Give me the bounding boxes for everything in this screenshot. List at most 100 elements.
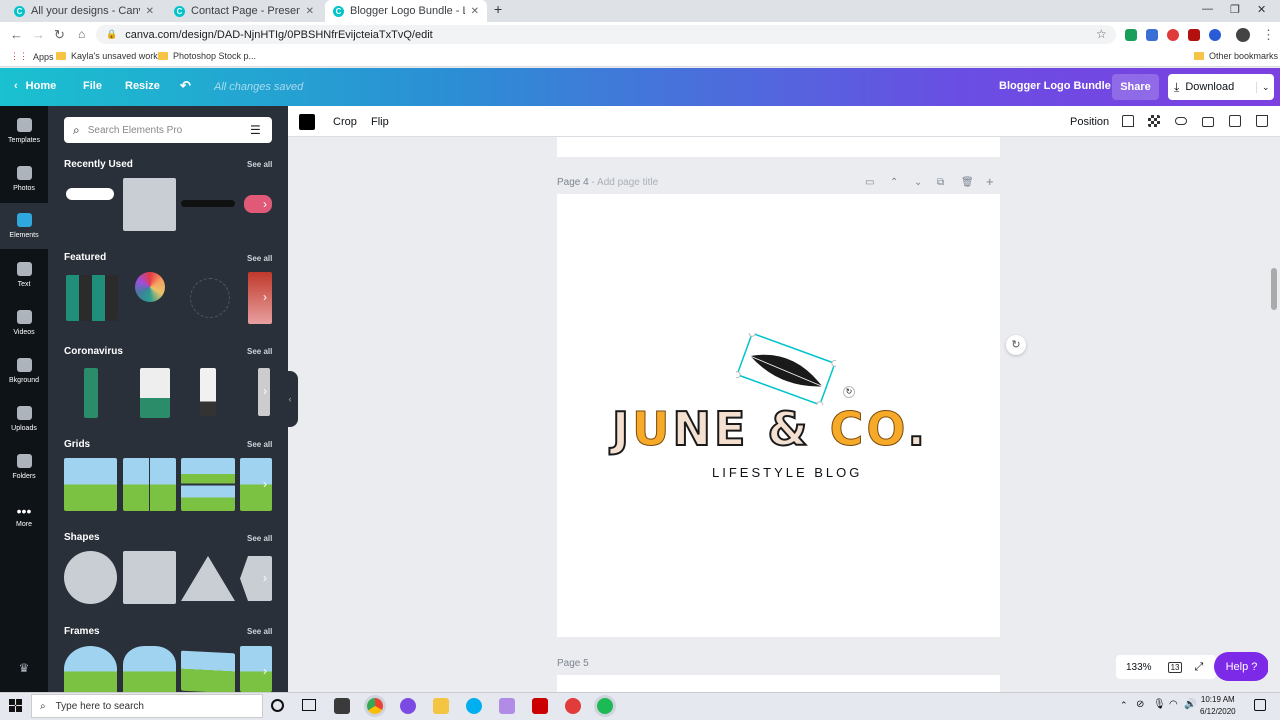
volume-icon[interactable]: 🔊	[1184, 699, 1196, 710]
home-browser-icon[interactable]: ⌂	[78, 27, 85, 41]
nav-text[interactable]: Text	[0, 252, 48, 298]
scalloped-frame-thumb[interactable]	[123, 646, 176, 692]
close-tab-icon[interactable]: ✕	[471, 6, 479, 17]
add-page-title[interactable]: - Add page title	[591, 177, 658, 188]
extension-icon[interactable]	[1146, 29, 1158, 41]
bookmark-photoshop-stock[interactable]: Photoshop Stock p...	[158, 51, 256, 61]
scrollbar-thumb[interactable]	[1271, 268, 1277, 310]
app-taskbar-icon[interactable]	[565, 698, 581, 714]
link-icon[interactable]	[1175, 117, 1187, 125]
extension-icon[interactable]	[1209, 29, 1221, 41]
nav-videos[interactable]: Videos	[0, 300, 48, 346]
rectangle-frame-thumb[interactable]	[181, 650, 235, 694]
grid-thumb[interactable]	[64, 458, 117, 511]
grid-thumb[interactable]	[181, 458, 235, 511]
app-taskbar-icon[interactable]	[499, 698, 515, 714]
see-all-link[interactable]: See all	[247, 160, 272, 169]
help-button[interactable]: Help ?	[1214, 652, 1269, 681]
nav-uploads[interactable]: Uploads	[0, 396, 48, 442]
lock-icon[interactable]	[1202, 117, 1214, 127]
file-explorer-icon[interactable]	[433, 698, 449, 714]
share-button[interactable]: Share	[1112, 74, 1159, 100]
forward-icon[interactable]: →	[32, 27, 45, 42]
chevron-down-icon[interactable]: ⌄	[1256, 81, 1270, 93]
color-swatch[interactable]	[299, 114, 315, 130]
bookmark-other[interactable]: Other bookmarks	[1194, 51, 1278, 61]
crown-icon[interactable]: ♛	[0, 648, 48, 688]
chevron-right-icon[interactable]: ›	[263, 290, 273, 304]
recent-element-thumb[interactable]	[181, 200, 235, 207]
featured-element-thumb[interactable]	[135, 272, 165, 302]
home-button[interactable]: ‹ Home	[14, 80, 56, 92]
minimize-icon[interactable]: —	[1202, 3, 1213, 15]
feather-illustration[interactable]	[736, 333, 836, 405]
chevron-right-icon[interactable]: ›	[263, 571, 273, 585]
chevron-right-icon[interactable]: ›	[263, 384, 273, 398]
nav-folders[interactable]: Folders	[0, 444, 48, 490]
browser-tab-contact-page[interactable]: C Contact Page - Presentation (16:9) ✕	[166, 0, 322, 22]
see-all-link[interactable]: See all	[247, 440, 272, 449]
back-icon[interactable]: ←	[10, 27, 23, 42]
rotate-handle-icon[interactable]: ↻	[843, 386, 855, 398]
tray-icon[interactable]: ⊘	[1136, 699, 1144, 710]
chevron-right-icon[interactable]: ›	[263, 477, 273, 491]
restore-icon[interactable]: ❐	[1230, 3, 1240, 16]
notes-icon[interactable]: ▭	[865, 177, 874, 188]
extension-icon[interactable]	[1125, 29, 1137, 41]
flip-button[interactable]: Flip	[371, 116, 389, 128]
notifications-icon[interactable]	[1254, 699, 1266, 711]
fullscreen-icon[interactable]: ⤢	[1194, 661, 1203, 674]
bookmark-unsaved-work[interactable]: Kayla's unsaved work	[56, 51, 158, 61]
delete-page-icon[interactable]: 🗑	[961, 177, 974, 188]
wifi-icon[interactable]: ◠	[1169, 699, 1178, 710]
undo-icon[interactable]: ↶	[180, 78, 191, 94]
transparency-icon[interactable]	[1148, 115, 1160, 127]
app-taskbar-icon[interactable]	[400, 698, 416, 714]
reload-icon[interactable]: ↻	[54, 27, 65, 43]
bookmark-apps[interactable]: ⋮⋮ Apps	[10, 51, 54, 62]
see-all-link[interactable]: See all	[247, 534, 272, 543]
nav-templates[interactable]: Templates	[0, 108, 48, 154]
profile-avatar[interactable]	[1236, 28, 1250, 42]
acrobat-taskbar-icon[interactable]	[532, 698, 548, 714]
add-page-icon[interactable]: +	[986, 174, 994, 189]
see-all-link[interactable]: See all	[247, 627, 272, 636]
browser-tab-all-designs[interactable]: C All your designs - Canva ✕	[6, 0, 162, 22]
skype-icon[interactable]	[466, 698, 482, 714]
coronavirus-element-thumb[interactable]	[140, 368, 170, 418]
filter-icon[interactable]: ☰	[250, 123, 261, 137]
move-down-icon[interactable]: ⌄	[914, 177, 922, 188]
grid-thumb[interactable]	[123, 458, 176, 511]
page-count[interactable]: 13	[1167, 661, 1183, 673]
microphone-icon[interactable]: 🎙	[1153, 699, 1166, 710]
task-view-icon[interactable]	[302, 699, 316, 711]
recent-element-thumb[interactable]	[123, 178, 176, 231]
resize-button[interactable]: Resize	[125, 80, 160, 92]
paint-roller-icon[interactable]	[1122, 115, 1134, 127]
close-tab-icon[interactable]: ✕	[306, 6, 314, 17]
duplicate-icon[interactable]	[1229, 115, 1241, 127]
close-window-icon[interactable]: ✕	[1257, 3, 1266, 16]
vertical-scrollbar[interactable]	[1268, 137, 1280, 692]
recent-element-thumb[interactable]	[66, 188, 114, 200]
zoom-control[interactable]: 133% 13 ⤢	[1116, 655, 1216, 679]
featured-element-thumb[interactable]	[66, 275, 118, 321]
spotify-icon[interactable]	[597, 698, 613, 714]
bookmark-star-icon[interactable]: ☆	[1096, 27, 1107, 41]
file-menu-button[interactable]: File	[83, 80, 102, 92]
nav-more[interactable]: ••• More	[0, 492, 48, 538]
nav-photos[interactable]: Photos	[0, 156, 48, 202]
see-all-link[interactable]: See all	[247, 347, 272, 356]
download-button[interactable]: ⤓ Download ⌄	[1168, 74, 1274, 100]
nav-elements[interactable]: Elements	[0, 203, 48, 249]
coronavirus-element-thumb[interactable]	[84, 368, 98, 418]
circle-frame-thumb[interactable]	[64, 646, 117, 692]
chevron-right-icon[interactable]: ›	[263, 664, 273, 678]
chevron-right-icon[interactable]: ›	[263, 197, 273, 211]
tagline-text[interactable]: LIFESTYLE BLOG	[712, 465, 862, 480]
crop-button[interactable]: Crop	[333, 116, 357, 128]
browser-tab-blogger-logo[interactable]: C Blogger Logo Bundle - Logo ✕	[325, 0, 487, 22]
address-bar[interactable]: 🔒 canva.com/design/DAD-NjnHTIg/0PBSHNfrE…	[96, 25, 1116, 44]
see-all-link[interactable]: See all	[247, 254, 272, 263]
position-button[interactable]: Position	[1070, 116, 1109, 128]
